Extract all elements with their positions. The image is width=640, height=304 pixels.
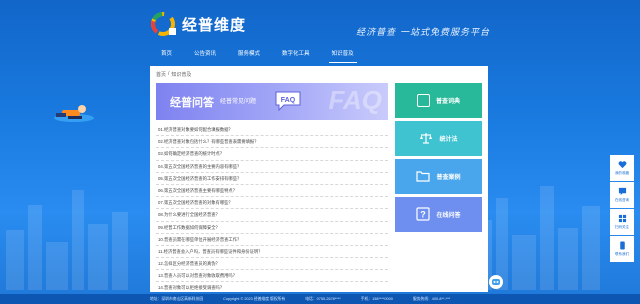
skyline-left-decoration <box>0 180 150 290</box>
list-item[interactable]: 06.第五次全国经济普查主要有哪些特点？ <box>156 185 388 198</box>
list-item[interactable]: 11.经济普查会入户吗，普查员有哪些证件和身份证明？ <box>156 246 388 259</box>
question-icon: ? <box>416 207 431 221</box>
svg-text:?: ? <box>421 210 427 220</box>
nav-item-home[interactable]: 首页 <box>150 48 183 60</box>
brand-name: 经普维度 <box>182 16 247 34</box>
faq-banner: 经普问答 经普常见问题 FAQ FAQ <box>156 83 388 120</box>
quick-links: 普查词典 统计法 普查案例 ? 在线问答 <box>395 83 482 235</box>
content-panel: 首页 / 知识普及 经普问答 经普常见问题 FAQ FAQ 01.经济普查对象要… <box>150 66 488 295</box>
list-item[interactable]: 12.怎样区分经济普查员的真伪？ <box>156 258 388 271</box>
breadcrumb-current: 知识普及 <box>171 72 192 78</box>
list-item[interactable]: 03.如何确定经济普查的统计时点？ <box>156 148 388 161</box>
folder-icon <box>416 171 431 182</box>
scales-icon <box>420 133 433 144</box>
grid-icon <box>618 214 626 223</box>
footer: 地址：深圳市南山区高新科技园 Copyright © 2023 经普维度 版权所… <box>0 294 640 304</box>
card-cases[interactable]: 普查案例 <box>395 159 482 194</box>
floating-sidebar: 我的收藏 在线咨询 扫码关注 联系我们 <box>610 155 634 263</box>
list-item[interactable]: 10.普查员需在哪些单位开展经济普查工作？ <box>156 234 388 246</box>
list-item[interactable]: 08.为什么要进行全国经济普查？ <box>156 209 388 222</box>
card-label: 普查案例 <box>436 174 461 181</box>
nav-item-announcements[interactable]: 公告资讯 <box>183 48 227 60</box>
nav-item-knowledge[interactable]: 知识普及 <box>321 48 365 63</box>
breadcrumb-home[interactable]: 首页 <box>156 71 166 78</box>
sidebar-contact[interactable]: 联系我们 <box>610 236 634 262</box>
list-item[interactable]: 07.第五次全国经济普查的对象有哪些？ <box>156 197 388 210</box>
banner-title: 经普问答 <box>170 97 214 109</box>
list-item[interactable]: 05.第五次全国经济普查的工作安排有哪些？ <box>156 173 388 185</box>
nav-item-digital-tools[interactable]: 数字化工具 <box>271 48 321 60</box>
card-label: 统计法 <box>439 136 458 143</box>
list-item[interactable]: 14.普查对象可以拒绝接受调查吗？ <box>156 282 388 295</box>
main-nav: 首页 公告资讯 服务模式 数字化工具 知识普及 <box>150 48 365 63</box>
heart-icon <box>618 161 626 169</box>
breadcrumb-separator: / <box>168 71 170 77</box>
flying-person-illustration <box>54 105 94 122</box>
card-label: 普查词典 <box>435 98 460 105</box>
slogan: 经济普查 一站式免费服务平台 <box>356 28 490 38</box>
sidebar-label: 在线咨询 <box>615 198 629 202</box>
sidebar-consult[interactable]: 在线咨询 <box>610 182 634 208</box>
list-item[interactable]: 13.普查人员可以对普查对象收取费用吗？ <box>156 270 388 283</box>
card-dictionary[interactable]: 普查词典 <box>395 83 482 118</box>
sidebar-qrcode[interactable]: 扫码关注 <box>610 209 634 235</box>
faq-badge-text: FAQ <box>281 97 296 104</box>
site-logo[interactable]: 经普维度 <box>150 10 246 38</box>
sidebar-label: 联系我们 <box>615 252 629 256</box>
footer-address: 地址：深圳市南山区高新科技园 <box>150 296 204 301</box>
sidebar-label: 扫码关注 <box>615 225 629 229</box>
phone-icon <box>619 241 625 250</box>
banner-subtitle: 经普常见问题 <box>220 99 257 105</box>
footer-copyright: Copyright © 2023 经普维度 版权所有 <box>223 296 286 301</box>
footer-phone: 电话：0755-2678**** <box>305 296 341 301</box>
dictionary-icon <box>416 93 430 107</box>
list-item[interactable]: 09.经普工作数据如何保障安全？ <box>156 222 388 234</box>
sidebar-label: 我的收藏 <box>615 171 629 175</box>
list-item[interactable]: 01.经济普查对象要如何配合填报数据？ <box>156 124 388 137</box>
footer-mobile: 手机：158****0000 <box>360 296 393 301</box>
card-online-qa[interactable]: ? 在线问答 <box>395 197 482 232</box>
faq-bubble-icon: FAQ <box>275 91 301 111</box>
footer-hotline: 服务热线：400-8**-*** <box>412 296 451 301</box>
question-list: 01.经济普查对象要如何配合填报数据？ 02.经济普查对象包括什么？有哪些普查表… <box>156 124 388 295</box>
card-label: 在线问答 <box>436 212 461 219</box>
assistant-robot-icon[interactable] <box>488 274 504 290</box>
banner-watermark: FAQ <box>328 85 382 115</box>
list-item[interactable]: 02.经济普查对象包括什么？有哪些普查表需要填报？ <box>156 136 388 149</box>
logo-icon <box>151 12 176 36</box>
nav-item-service-mode[interactable]: 服务模式 <box>227 48 271 60</box>
chat-icon <box>618 187 626 196</box>
sidebar-favorites[interactable]: 我的收藏 <box>610 155 634 181</box>
card-statistics-law[interactable]: 统计法 <box>395 121 482 156</box>
list-item[interactable]: 04.第五次全国经济普查的主要内容有哪些？ <box>156 161 388 173</box>
breadcrumb: 首页 / 知识普及 <box>150 66 488 83</box>
